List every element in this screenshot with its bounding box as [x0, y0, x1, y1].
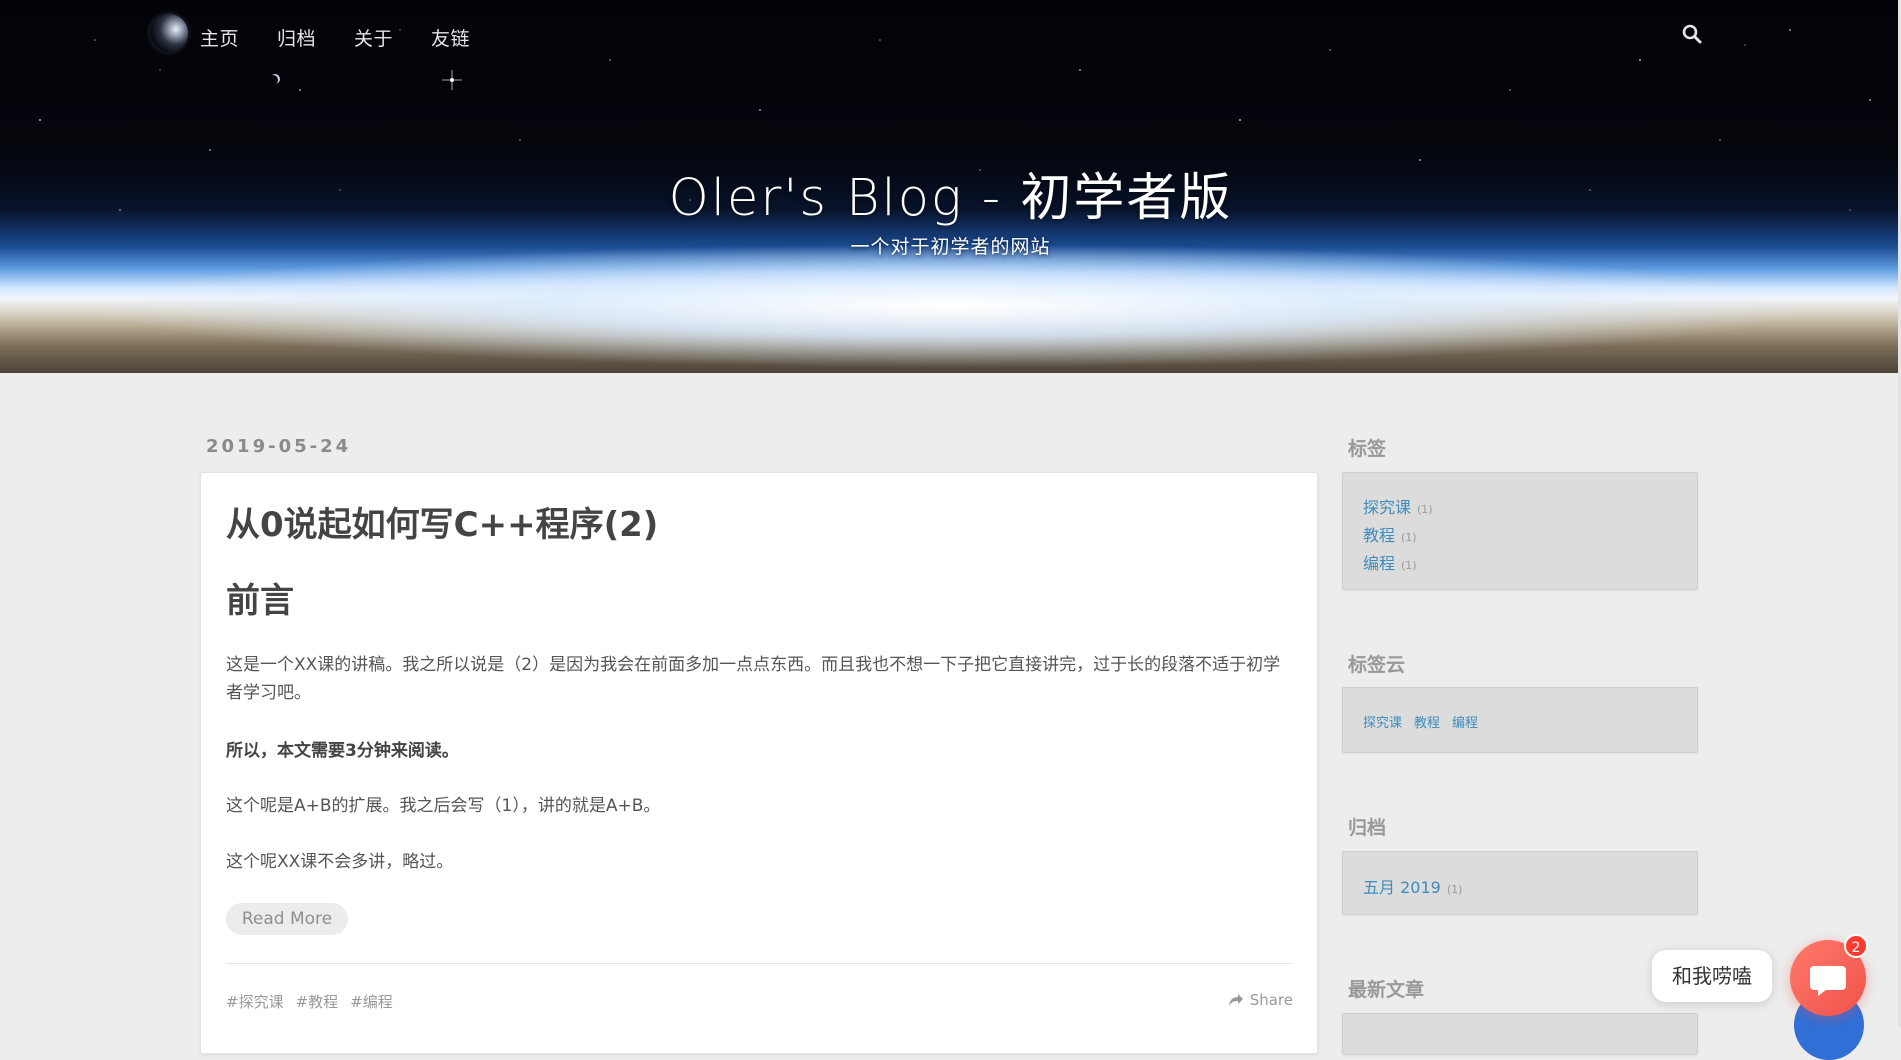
widget-title-recent: 最新文章 [1348, 979, 1425, 1001]
post-paragraph: 这是一个XX课的讲稿。我之所以说是（2）是因为我会在前面多加一点点东西。而且我也… [226, 655, 1281, 703]
recent-posts-widget [1342, 1013, 1698, 1055]
tag-link[interactable]: 探究课 [1363, 498, 1411, 517]
tag-count: (1) [1401, 531, 1417, 544]
hero-banner: 主页 归档 关于 友链 Oler's Blog - 初学者版 一个对于初学者的网… [0, 0, 1901, 373]
tag-list-item: 编程 (1) [1363, 551, 1433, 579]
post-date: 2019-05-24 [206, 436, 352, 457]
site-subtitle: 一个对于初学者的网站 [850, 236, 1051, 258]
share-label: Share [1249, 991, 1293, 1009]
tag-count: (1) [1417, 503, 1433, 516]
archive-item: 五月 2019 (1) [1363, 874, 1462, 898]
tag-list-item: 教程 (1) [1363, 523, 1433, 551]
widget-title-archive: 归档 [1348, 817, 1387, 839]
widget-title-tag-cloud: 标签云 [1348, 654, 1406, 676]
nav-item-home[interactable]: 主页 [200, 24, 239, 51]
post-tag[interactable]: #探究课 [226, 991, 284, 1012]
post-paragraph: 这个呢是A+B的扩展。我之后会写（1），讲的就是A+B。 [226, 796, 661, 816]
post-paragraph: 这个呢XX课不会多讲，略过。 [226, 852, 454, 872]
post-heading: 前言 [226, 581, 294, 621]
tag-count: (1) [1401, 559, 1417, 572]
tag-cloud-link[interactable]: 探究课 [1363, 712, 1402, 731]
archive-count: (1) [1446, 883, 1463, 896]
chat-prompt[interactable]: 和我唠嗑 [1652, 950, 1772, 1002]
post-card: 从0说起如何写C++程序(2) 前言 这是一个XX课的讲稿。我之所以说是（2）是… [200, 472, 1318, 1054]
archive-link[interactable]: 五月 2019 [1363, 878, 1441, 897]
notification-badge: 2 [1844, 934, 1868, 958]
tag-cloud-link[interactable]: 编程 [1452, 712, 1478, 731]
post-title[interactable]: 从0说起如何写C++程序(2) [226, 497, 658, 546]
post-paragraph-bold: 所以，本文需要3分钟来阅读。 [226, 741, 459, 761]
nav-item-about[interactable]: 关于 [354, 24, 393, 51]
planet-logo-icon[interactable] [150, 14, 188, 52]
main-nav: 主页 归档 关于 友链 [200, 24, 508, 51]
tag-link[interactable]: 教程 [1363, 526, 1395, 545]
read-more-button[interactable]: Read More [226, 903, 348, 935]
crescent-moon-icon [270, 74, 280, 84]
tag-cloud-widget: 探究课 教程 编程 [1342, 687, 1698, 753]
widget-title-tags: 标签 [1348, 438, 1387, 460]
tag-cloud-link[interactable]: 教程 [1414, 712, 1440, 731]
nav-item-archive[interactable]: 归档 [277, 24, 316, 51]
tag-link[interactable]: 编程 [1363, 554, 1395, 573]
tags-widget: 探究课 (1) 教程 (1) 编程 (1) [1342, 472, 1698, 590]
share-button[interactable]: Share [1228, 991, 1293, 1009]
post-tags: #探究课 #教程 #编程 [226, 991, 393, 1012]
nav-item-friends[interactable]: 友链 [431, 24, 470, 51]
post-divider [226, 963, 1292, 964]
share-icon [1228, 994, 1243, 1006]
search-icon[interactable] [1680, 22, 1704, 46]
post-tag[interactable]: #编程 [350, 991, 393, 1012]
archive-widget: 五月 2019 (1) [1342, 851, 1698, 915]
post-tag[interactable]: #教程 [296, 991, 339, 1012]
tag-list-item: 探究课 (1) [1363, 495, 1433, 523]
site-title: Oler's Blog - 初学者版 [668, 169, 1233, 228]
